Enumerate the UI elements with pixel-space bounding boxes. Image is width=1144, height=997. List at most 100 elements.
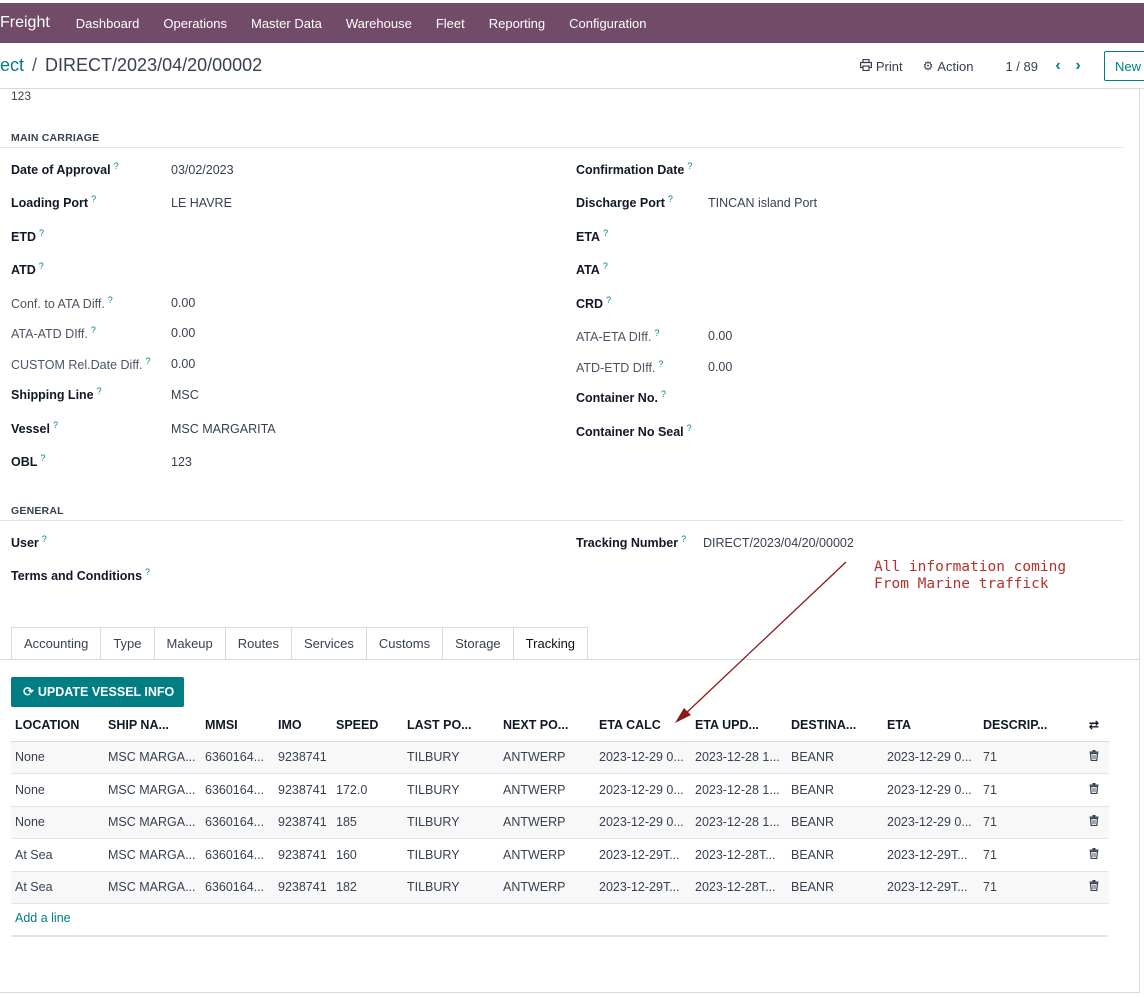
app-brand[interactable]: Freight (0, 14, 50, 32)
print-button[interactable]: Print (859, 58, 903, 74)
cell-destination[interactable]: BEANR (787, 773, 883, 807)
table-row[interactable]: None MSC MARGA... 6360164... 9238741 TILBURY… (11, 741, 1109, 774)
cell-location[interactable]: At Sea (11, 838, 104, 872)
cell-imo[interactable]: 9238741 (274, 741, 332, 774)
col-eta-calc[interactable]: ETA CALC (595, 709, 691, 742)
cell-imo[interactable]: 9238741 (274, 806, 332, 839)
cell-mmsi[interactable]: 6360164... (201, 773, 274, 807)
cell-eta[interactable]: 2023-12-29 0... (883, 741, 979, 774)
cell-description[interactable]: 71 (979, 741, 1075, 774)
cell-destination[interactable]: BEANR (787, 838, 883, 872)
breadcrumb-parent-link[interactable]: ect (0, 55, 24, 76)
menu-warehouse[interactable]: Warehouse (334, 3, 424, 43)
cell-speed[interactable]: 182 (332, 871, 403, 904)
tab-makeup[interactable]: Makeup (153, 627, 225, 660)
cell-mmsi[interactable]: 6360164... (201, 741, 274, 774)
cell-ship-name[interactable]: MSC MARGA... (104, 806, 201, 839)
col-last-port[interactable]: LAST PO... (403, 709, 499, 742)
menu-dashboard[interactable]: Dashboard (64, 3, 152, 43)
trash-icon[interactable] (1075, 838, 1109, 872)
field-date-of-approval[interactable]: 03/02/2023 (171, 163, 234, 177)
cell-mmsi[interactable]: 6360164... (201, 871, 274, 904)
trash-icon[interactable] (1075, 806, 1109, 839)
cell-eta-updated[interactable]: 2023-12-28 1... (691, 773, 787, 807)
cell-eta-calc[interactable]: 2023-12-29 0... (595, 773, 691, 807)
cell-last-port[interactable]: TILBURY (403, 871, 499, 904)
menu-master-data[interactable]: Master Data (239, 3, 334, 43)
cell-eta[interactable]: 2023-12-29 0... (883, 806, 979, 839)
cell-ship-name[interactable]: MSC MARGA... (104, 838, 201, 872)
cell-eta[interactable]: 2023-12-29 0... (883, 773, 979, 807)
cell-eta-calc[interactable]: 2023-12-29T... (595, 871, 691, 904)
field-shipping-line[interactable]: MSC (171, 388, 199, 402)
cell-eta-updated[interactable]: 2023-12-28T... (691, 838, 787, 872)
trash-icon[interactable] (1075, 871, 1109, 904)
cell-last-port[interactable]: TILBURY (403, 773, 499, 807)
col-destination[interactable]: DESTINA... (787, 709, 883, 742)
cell-location[interactable]: None (11, 806, 104, 839)
cell-speed[interactable]: 172.0 (332, 773, 403, 807)
cell-eta[interactable]: 2023-12-29T... (883, 838, 979, 872)
cell-speed[interactable]: 185 (332, 806, 403, 839)
trash-icon[interactable] (1075, 773, 1109, 807)
optional-columns-icon[interactable]: ⇄ (1075, 709, 1109, 742)
update-vessel-info-button[interactable]: ⟳ UPDATE VESSEL INFO (11, 677, 185, 707)
col-mmsi[interactable]: MMSI (201, 709, 274, 742)
cell-eta-calc[interactable]: 2023-12-29T... (595, 838, 691, 872)
pager-value[interactable]: 1 / 89 (1005, 59, 1038, 74)
cell-next-port[interactable]: ANTWERP (499, 838, 595, 872)
cell-last-port[interactable]: TILBURY (403, 741, 499, 774)
cell-speed[interactable]: 160 (332, 838, 403, 872)
table-row[interactable]: At Sea MSC MARGA... 6360164... 9238741 182 TI… (11, 871, 1109, 904)
add-a-line-link[interactable]: Add a line (15, 911, 71, 925)
cell-eta-calc[interactable]: 2023-12-29 0... (595, 741, 691, 774)
field-tracking-number[interactable]: DIRECT/2023/04/20/00002 (703, 536, 854, 550)
cell-next-port[interactable]: ANTWERP (499, 871, 595, 904)
pager-previous-icon[interactable]: ‹ (1048, 57, 1068, 75)
cell-eta-calc[interactable]: 2023-12-29 0... (595, 806, 691, 839)
col-ship-name[interactable]: SHIP NA... (104, 709, 201, 742)
menu-reporting[interactable]: Reporting (477, 3, 557, 43)
cell-mmsi[interactable]: 6360164... (201, 838, 274, 872)
cell-ship-name[interactable]: MSC MARGA... (104, 773, 201, 807)
cell-imo[interactable]: 9238741 (274, 773, 332, 807)
cell-location[interactable]: None (11, 773, 104, 807)
cell-imo[interactable]: 9238741 (274, 838, 332, 872)
menu-operations[interactable]: Operations (151, 3, 239, 43)
pager-next-icon[interactable]: › (1068, 57, 1088, 75)
cell-destination[interactable]: BEANR (787, 871, 883, 904)
cell-destination[interactable]: BEANR (787, 741, 883, 774)
col-next-port[interactable]: NEXT PO... (499, 709, 595, 742)
cell-ship-name[interactable]: MSC MARGA... (104, 871, 201, 904)
cell-destination[interactable]: BEANR (787, 806, 883, 839)
trash-icon[interactable] (1075, 741, 1109, 774)
cell-description[interactable]: 71 (979, 773, 1075, 807)
tab-services[interactable]: Services (290, 627, 366, 660)
col-location[interactable]: LOCATION (11, 709, 104, 742)
col-eta[interactable]: ETA (883, 709, 979, 742)
tab-customs[interactable]: Customs (365, 627, 443, 660)
cell-description[interactable]: 71 (979, 806, 1075, 839)
cell-location[interactable]: At Sea (11, 871, 104, 904)
cell-location[interactable]: None (11, 741, 104, 774)
col-imo[interactable]: IMO (274, 709, 332, 742)
cell-imo[interactable]: 9238741 (274, 871, 332, 904)
cell-eta[interactable]: 2023-12-29T... (883, 871, 979, 904)
cell-eta-updated[interactable]: 2023-12-28 1... (691, 741, 787, 774)
cell-next-port[interactable]: ANTWERP (499, 741, 595, 774)
field-vessel[interactable]: MSC MARGARITA (171, 422, 276, 436)
field-obl[interactable]: 123 (171, 455, 192, 469)
tab-routes[interactable]: Routes (224, 627, 291, 660)
table-row[interactable]: At Sea MSC MARGA... 6360164... 9238741 160 TI… (11, 838, 1109, 872)
cell-last-port[interactable]: TILBURY (403, 838, 499, 872)
cell-mmsi[interactable]: 6360164... (201, 806, 274, 839)
cell-eta-updated[interactable]: 2023-12-28T... (691, 871, 787, 904)
tab-type[interactable]: Type (100, 627, 154, 660)
cell-eta-updated[interactable]: 2023-12-28 1... (691, 806, 787, 839)
cell-last-port[interactable]: TILBURY (403, 806, 499, 839)
new-button[interactable]: New (1104, 51, 1144, 81)
tab-tracking[interactable]: Tracking (512, 627, 589, 660)
menu-configuration[interactable]: Configuration (557, 3, 658, 43)
cell-next-port[interactable]: ANTWERP (499, 773, 595, 807)
menu-fleet[interactable]: Fleet (424, 3, 477, 43)
